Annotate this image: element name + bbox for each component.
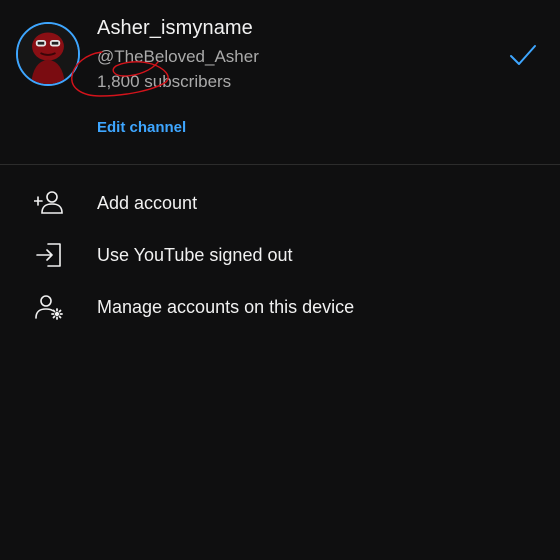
menu-label: Use YouTube signed out (97, 244, 293, 265)
menu-item-manage-accounts[interactable]: Manage accounts on this device (0, 281, 560, 333)
account-header[interactable]: Asher_ismyname @TheBeloved_Asher 1,800 s… (0, 0, 560, 164)
account-handle: @TheBeloved_Asher (97, 47, 259, 66)
add-person-icon (34, 189, 64, 217)
sign-out-icon (34, 241, 64, 269)
account-name: Asher_ismyname (97, 17, 253, 39)
menu-label: Manage accounts on this device (97, 296, 355, 317)
avatar-image (18, 24, 78, 84)
menu-item-add-account[interactable]: Add account (0, 177, 560, 229)
edit-channel-link[interactable]: Edit channel (97, 119, 186, 136)
menu-item-signed-out[interactable]: Use YouTube signed out (0, 229, 560, 281)
account-menu: Add account Use YouTube signed out Manag… (0, 165, 560, 333)
avatar[interactable] (16, 22, 80, 86)
checkmark-icon (510, 45, 536, 65)
menu-label: Add account (97, 192, 198, 213)
subscriber-count: 1,800 subscribers (97, 72, 232, 91)
account-switcher-screen: Asher_ismyname @TheBeloved_Asher 1,800 s… (0, 0, 560, 560)
manage-accounts-icon (34, 293, 64, 321)
